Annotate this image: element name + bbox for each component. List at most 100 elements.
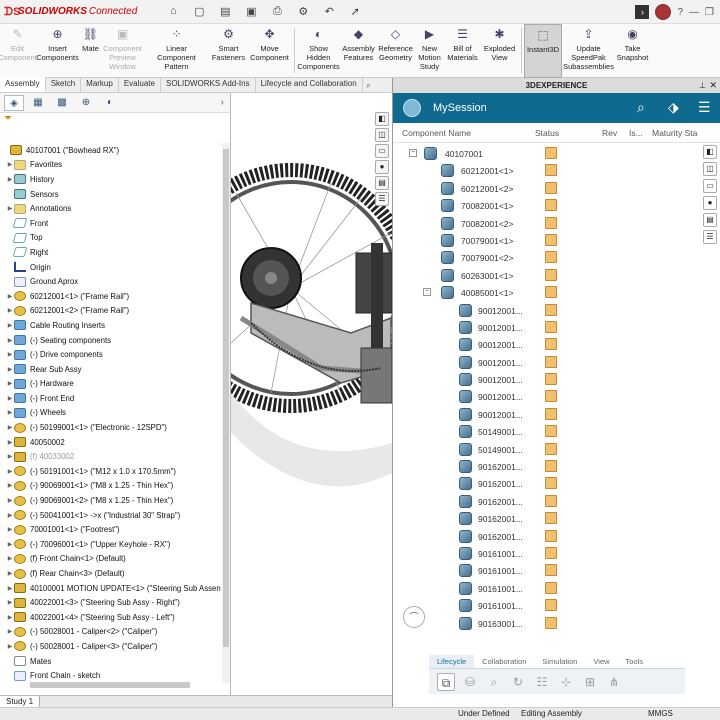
collapse-icon[interactable]: − bbox=[423, 288, 431, 297]
column-component-name[interactable]: Component Name bbox=[402, 128, 471, 138]
component-row[interactable]: 90012001... bbox=[393, 336, 707, 353]
tree-node[interactable]: Mates bbox=[0, 654, 222, 669]
ribbon-button[interactable]: ◇ Reference Geometry bbox=[377, 24, 415, 78]
new-document-icon[interactable]: ▢ bbox=[191, 5, 207, 18]
tab-markup[interactable]: Markup bbox=[81, 77, 119, 92]
ribbon-button[interactable]: ☰ Bill of Materials bbox=[445, 24, 481, 78]
component-row[interactable]: 90163001... bbox=[393, 615, 707, 632]
undo-icon[interactable]: ↶ bbox=[321, 5, 337, 18]
component-row[interactable]: − 40085001<1> bbox=[393, 284, 707, 301]
open-folder-icon[interactable]: ▤ bbox=[217, 5, 233, 18]
tree-node[interactable]: ▶ (-) Wheels bbox=[0, 406, 222, 421]
tab-assembly[interactable]: Assembly bbox=[0, 77, 46, 92]
expand-icon[interactable]: ▶ bbox=[6, 293, 14, 300]
ribbon-button[interactable]: ▣ Component Preview Window bbox=[102, 24, 144, 78]
tree-node[interactable]: ▶ 60212001<2> ("Frame Rail") bbox=[0, 304, 222, 319]
feature-tree-hscrollbar[interactable] bbox=[30, 682, 190, 688]
hierarchy-icon[interactable]: ⋔ bbox=[605, 673, 623, 691]
component-row[interactable]: 70082001<2> bbox=[393, 215, 707, 232]
ribbon-button[interactable]: ✱ Exploded View bbox=[481, 24, 519, 78]
expand-icon[interactable]: ▶ bbox=[6, 307, 14, 314]
expand-icon[interactable]: ▶ bbox=[6, 322, 14, 329]
filter-icon[interactable]: ⏷ bbox=[0, 113, 230, 129]
tree-node[interactable]: ▶ 40050002 bbox=[0, 435, 222, 450]
tree-node[interactable]: ▶ Annotations bbox=[0, 201, 222, 216]
section-view-icon[interactable]: ▭ bbox=[375, 144, 389, 158]
tab-solidworks-add-ins[interactable]: SOLIDWORKS Add-Ins bbox=[161, 77, 256, 92]
expand-icon[interactable]: ▶ bbox=[6, 585, 14, 592]
display-style-icon[interactable]: ◫ bbox=[703, 162, 717, 176]
component-row[interactable]: 70082001<1> bbox=[393, 197, 707, 214]
tab-evaluate[interactable]: Evaluate bbox=[119, 77, 161, 92]
component-row[interactable]: 60212001<2> bbox=[393, 180, 707, 197]
scene-icon[interactable]: ▤ bbox=[703, 213, 717, 227]
scene-icon[interactable]: ▤ bbox=[375, 176, 389, 190]
tag-icon[interactable]: ⬗ bbox=[668, 99, 679, 116]
chevron-right-icon[interactable]: › bbox=[221, 97, 224, 108]
search-icon[interactable]: ⌕ bbox=[637, 99, 645, 116]
tree-node[interactable]: ▶ (-) 90069001<2> ("M8 x 1.25 - Thin Hex"… bbox=[0, 493, 222, 508]
tasks-icon[interactable]: ☰ bbox=[703, 230, 717, 244]
scroll-thumb[interactable] bbox=[223, 149, 229, 647]
display-manager-tab-icon[interactable]: ◐ bbox=[100, 95, 120, 111]
tree-node[interactable]: 40107001 ("Bowhead RX") bbox=[0, 143, 222, 158]
ribbon-button[interactable]: ⛓ Mate bbox=[80, 24, 102, 78]
tree-node[interactable]: ▶ (-) Seating components bbox=[0, 333, 222, 348]
search-commands-icon[interactable]: ⌕ bbox=[366, 80, 371, 91]
tree-node[interactable]: ▶ (-) Front End bbox=[0, 391, 222, 406]
tree-node[interactable]: ▶ (f) 40033002 bbox=[0, 449, 222, 464]
tree-node[interactable]: ▶ (-) 50028001 - Caliper<2> ("Caliper") bbox=[0, 625, 222, 640]
expand-icon[interactable]: ▶ bbox=[6, 468, 14, 475]
component-row[interactable]: 90162001... bbox=[393, 528, 707, 545]
tree-node[interactable]: ▶ 40022001<4> ("Steering Sub Assy - Left"… bbox=[0, 610, 222, 625]
column-is[interactable]: Is... bbox=[629, 128, 643, 138]
expand-icon[interactable]: ▶ bbox=[6, 614, 14, 621]
add-node-icon[interactable]: ⊞ bbox=[581, 673, 599, 691]
column-status[interactable]: Status bbox=[535, 128, 559, 138]
close-icon[interactable]: ✕ bbox=[709, 78, 717, 93]
component-row[interactable]: 90161001... bbox=[393, 580, 707, 597]
expand-icon[interactable]: ▶ bbox=[6, 351, 14, 358]
expand-icon[interactable]: ▶ bbox=[6, 555, 14, 562]
feature-tree-tab-icon[interactable]: ◈ bbox=[4, 94, 24, 111]
component-row[interactable]: 50149001... bbox=[393, 423, 707, 440]
status-units[interactable]: MMGS bbox=[648, 709, 673, 718]
component-row[interactable]: 90161001... bbox=[393, 562, 707, 579]
ribbon-button[interactable]: ⊕ Insert Components bbox=[36, 24, 80, 78]
ribbon-button[interactable]: ▶ New Motion Study bbox=[415, 24, 445, 78]
tree-node[interactable]: ▶ History bbox=[0, 172, 222, 187]
ribbon-button[interactable]: ◆ Assembly Features bbox=[341, 24, 377, 78]
component-row[interactable]: 90012001... bbox=[393, 319, 707, 336]
component-row[interactable]: 90012001... bbox=[393, 302, 707, 319]
component-row[interactable]: 90012001... bbox=[393, 406, 707, 423]
save-to-3dx-icon[interactable]: ⧉ bbox=[437, 672, 455, 691]
expand-icon[interactable]: ▶ bbox=[6, 409, 14, 416]
avatar[interactable] bbox=[655, 4, 672, 20]
expand-icon[interactable]: ▶ bbox=[6, 453, 14, 460]
expand-icon[interactable]: ▶ bbox=[6, 512, 14, 519]
tree-node[interactable]: Right bbox=[0, 245, 222, 260]
menu-icon[interactable]: ☰ bbox=[698, 99, 711, 116]
feature-tree-scrollbar[interactable] bbox=[222, 143, 230, 683]
tree-node[interactable]: Top bbox=[0, 231, 222, 246]
print-icon[interactable]: ⎙ bbox=[269, 5, 285, 18]
structure-list-icon[interactable]: ☷ bbox=[533, 673, 551, 691]
ribbon-button[interactable]: ✥ Move Component bbox=[248, 24, 292, 78]
ribbon-button[interactable]: ◐ Show Hidden Components bbox=[297, 24, 341, 78]
tree-node[interactable]: ▶ Cable Routing Inserts bbox=[0, 318, 222, 333]
ribbon-button[interactable]: ✎ Edit Component bbox=[0, 24, 37, 78]
component-row[interactable]: 60263001<1> bbox=[393, 267, 707, 284]
expand-icon[interactable]: ▶ bbox=[6, 395, 14, 402]
tab-simulation[interactable]: Simulation bbox=[534, 655, 585, 668]
minimize-icon[interactable]: — bbox=[689, 7, 699, 18]
component-row[interactable]: 90161001... bbox=[393, 597, 707, 614]
save-icon[interactable]: ▣ bbox=[243, 5, 259, 18]
component-row[interactable]: − 40107001 bbox=[393, 145, 707, 162]
tab-lifecycle-and-collaboration[interactable]: Lifecycle and Collaboration bbox=[256, 77, 363, 92]
tree-node[interactable]: ▶ (-) 50199001<1> ("Electronic - 12SPD") bbox=[0, 420, 222, 435]
component-row[interactable]: 90012001... bbox=[393, 388, 707, 405]
tab-tools[interactable]: Tools bbox=[618, 655, 652, 668]
appearance-icon[interactable]: ● bbox=[703, 196, 717, 210]
tree-node[interactable]: ▶ Rear Sub Assy bbox=[0, 362, 222, 377]
expand-icon[interactable]: ▶ bbox=[6, 541, 14, 548]
